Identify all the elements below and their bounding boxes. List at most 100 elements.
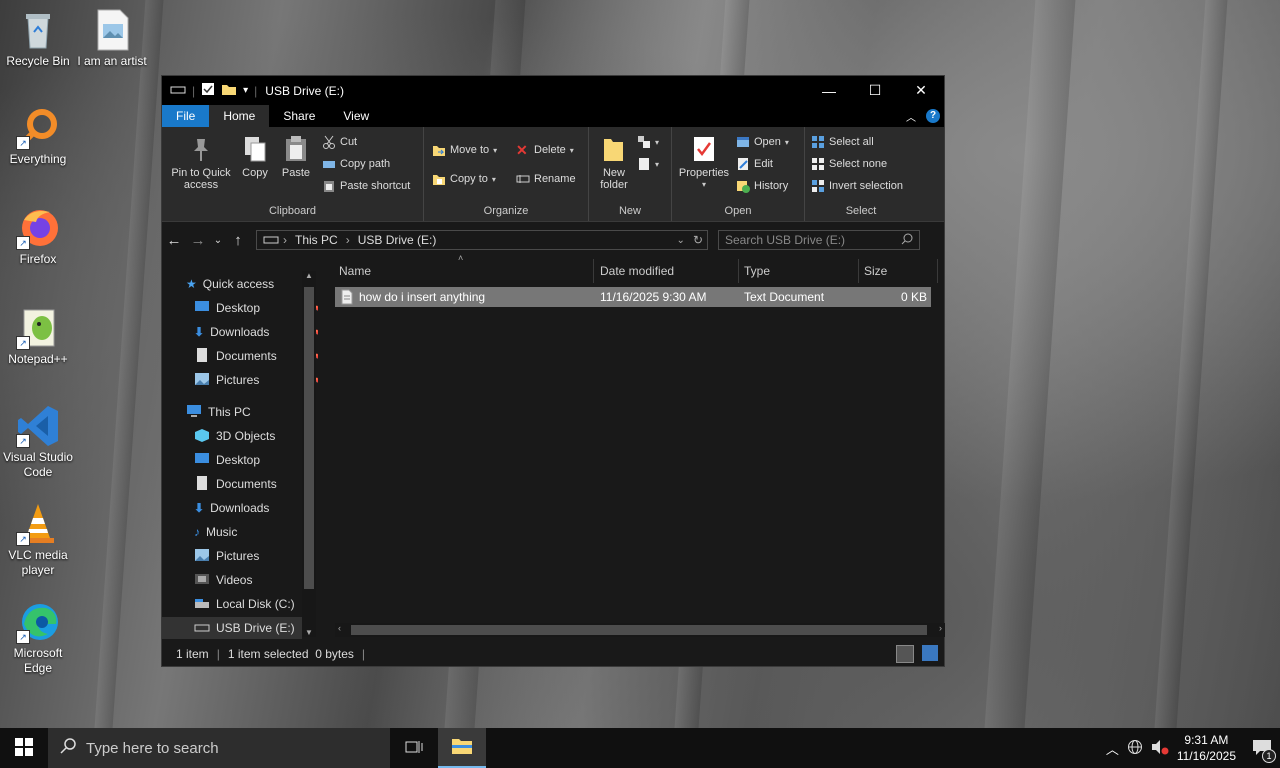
open-icon <box>736 135 750 149</box>
cut-button[interactable]: Cut <box>322 133 357 151</box>
desktop-icon-vlc[interactable]: ↗ VLC media player <box>0 502 76 578</box>
new-folder-button[interactable]: New folder <box>595 135 633 191</box>
nav-pane-scrollbar[interactable]: ▲ ▼ <box>302 271 316 637</box>
maximize-button[interactable]: ☐ <box>852 76 898 105</box>
nav-music[interactable]: ♪ Music <box>194 521 237 543</box>
nav-desktop[interactable]: Desktop <box>194 449 260 471</box>
large-icons-view-icon[interactable] <box>922 644 938 661</box>
scroll-right-arrow-icon[interactable]: › <box>939 623 942 633</box>
tab-file[interactable]: File <box>162 105 210 127</box>
delete-button[interactable]: ✕ Delete ▾ <box>516 141 574 159</box>
refresh-icon[interactable]: ↻ <box>693 233 703 247</box>
invert-selection-button[interactable]: Invert selection <box>811 177 903 195</box>
start-button[interactable] <box>0 728 48 768</box>
task-view-button[interactable] <box>390 728 438 768</box>
easy-access-button[interactable]: ▾ <box>637 155 659 173</box>
back-arrow-icon[interactable]: ← <box>162 232 186 249</box>
nav-downloads[interactable]: ⬇ Downloads <box>194 497 269 519</box>
desktop-icon-firefox[interactable]: ↗ Firefox <box>0 206 76 267</box>
copy-button[interactable]: Copy <box>238 135 272 179</box>
taskbar-search-box[interactable]: Type here to search <box>48 728 390 768</box>
desktop-icon-label: Firefox <box>19 252 57 266</box>
tab-share[interactable]: Share <box>269 105 329 127</box>
help-icon[interactable]: ? <box>926 109 940 123</box>
rename-button[interactable]: Rename <box>516 170 576 188</box>
select-all-button[interactable]: Select all <box>811 133 874 151</box>
column-header-date-modified[interactable]: Date modified <box>600 259 674 283</box>
nav-this-pc[interactable]: This PC <box>186 401 251 423</box>
search-input[interactable]: Search USB Drive (E:) <box>718 230 920 250</box>
forward-arrow-icon[interactable]: → <box>186 232 210 249</box>
table-row[interactable]: how do i insert anything 11/16/2025 9:30… <box>335 287 931 307</box>
scrollbar-thumb[interactable] <box>304 287 314 589</box>
new-item-button[interactable]: ▾ <box>637 133 659 151</box>
details-view-icon[interactable] <box>896 644 914 663</box>
column-header-size[interactable]: Size <box>864 259 887 283</box>
recent-locations-chevron-icon[interactable]: ⌄ <box>210 235 226 246</box>
nav-quick-access[interactable]: ★ Quick access <box>186 273 274 295</box>
select-none-label: Select none <box>829 158 888 170</box>
copy-to-button[interactable]: Copy to ▾ <box>432 170 496 188</box>
nav-pictures[interactable]: Pictures <box>194 545 259 567</box>
copy-path-button[interactable]: Copy path <box>322 155 390 173</box>
paste-shortcut-button[interactable]: Paste shortcut <box>322 177 410 195</box>
desktop-icon-recycle-bin[interactable]: Recycle Bin <box>0 8 76 69</box>
nav-quick-desktop[interactable]: Desktop📌 <box>194 297 324 319</box>
select-none-button[interactable]: Select none <box>811 155 887 173</box>
column-divider[interactable] <box>738 259 739 283</box>
properties-check-icon[interactable] <box>201 82 215 99</box>
clock[interactable]: 9:31 AM 11/16/2025 <box>1177 732 1236 764</box>
nav-3d-objects[interactable]: 3D Objects <box>194 425 275 447</box>
column-header-name[interactable]: Name <box>339 259 371 283</box>
desktop-icon-everything[interactable]: ↗ Everything <box>0 106 76 167</box>
nav-quick-pictures[interactable]: Pictures📌 <box>194 369 324 391</box>
volume-muted-icon[interactable] <box>1151 739 1169 758</box>
tab-view[interactable]: View <box>329 105 383 127</box>
address-dropdown-chevron-icon[interactable]: ⌄ <box>677 235 685 246</box>
nav-quick-documents[interactable]: Documents📌 <box>194 345 324 367</box>
up-arrow-icon[interactable]: ↑ <box>226 232 250 249</box>
pin-to-quick-access-button[interactable]: Pin to Quick access <box>168 135 234 191</box>
move-to-button[interactable]: Move to ▾ <box>432 141 497 159</box>
scrollbar-thumb[interactable] <box>351 625 927 635</box>
desktop-icon-vscode[interactable]: ↗ Visual Studio Code <box>0 404 76 480</box>
column-divider[interactable] <box>593 259 594 283</box>
collapse-ribbon-chevron-icon[interactable]: ︿ <box>906 109 916 124</box>
breadcrumb-this-pc[interactable]: This PC <box>295 233 338 247</box>
scroll-up-arrow-icon[interactable]: ▲ <box>305 271 313 280</box>
column-divider[interactable] <box>858 259 859 283</box>
network-globe-icon[interactable] <box>1127 739 1143 758</box>
nav-videos[interactable]: Videos <box>194 569 252 591</box>
column-header-type[interactable]: Type <box>744 259 770 283</box>
close-button[interactable]: ✕ <box>898 76 944 105</box>
column-divider[interactable] <box>937 259 938 283</box>
desktop-icon-edge[interactable]: ↗ Microsoft Edge <box>0 600 76 676</box>
desktop-icon-i-am-an-artist[interactable]: I am an artist <box>74 8 150 69</box>
breadcrumb-usb-drive[interactable]: USB Drive (E:) <box>358 233 437 247</box>
nav-local-disk-c[interactable]: Local Disk (C:) <box>194 593 295 615</box>
wallpaper-streak <box>984 0 1076 728</box>
customize-toolbar-chevron-icon[interactable]: ▾ <box>243 85 248 96</box>
select-all-label: Select all <box>829 136 874 148</box>
show-hidden-icons-chevron-icon[interactable]: ︿ <box>1106 739 1119 758</box>
tab-home[interactable]: Home <box>209 105 270 127</box>
taskbar-file-explorer[interactable] <box>438 728 486 768</box>
rename-label: Rename <box>534 173 576 185</box>
file-list-horizontal-scrollbar[interactable]: ‹ › <box>335 623 945 637</box>
paste-button[interactable]: Paste <box>278 135 314 179</box>
scroll-left-arrow-icon[interactable]: ‹ <box>338 623 341 633</box>
history-button[interactable]: History <box>736 177 788 195</box>
scroll-down-arrow-icon[interactable]: ▼ <box>305 628 313 637</box>
nav-documents[interactable]: Documents <box>194 473 277 495</box>
minimize-button[interactable]: — <box>806 76 852 105</box>
new-folder-icon[interactable] <box>221 82 237 99</box>
action-center-icon[interactable]: 1 <box>1252 738 1276 763</box>
properties-button[interactable]: Properties ▾ <box>676 135 732 191</box>
nav-quick-downloads[interactable]: ⬇Downloads📌 <box>194 321 324 343</box>
address-bar[interactable]: › This PC › USB Drive (E:) ⌄ ↻ <box>256 230 708 250</box>
desktop-icon-notepad-plus-plus[interactable]: ↗ Notepad++ <box>0 306 76 367</box>
open-button[interactable]: Open ▾ <box>736 133 789 151</box>
edit-button[interactable]: Edit <box>736 155 773 173</box>
file-explorer-window: | ▾ | USB Drive (E:) — ☐ ✕ File Home Sha… <box>161 75 945 667</box>
nav-usb-drive-e[interactable]: USB Drive (E:) <box>162 617 302 639</box>
